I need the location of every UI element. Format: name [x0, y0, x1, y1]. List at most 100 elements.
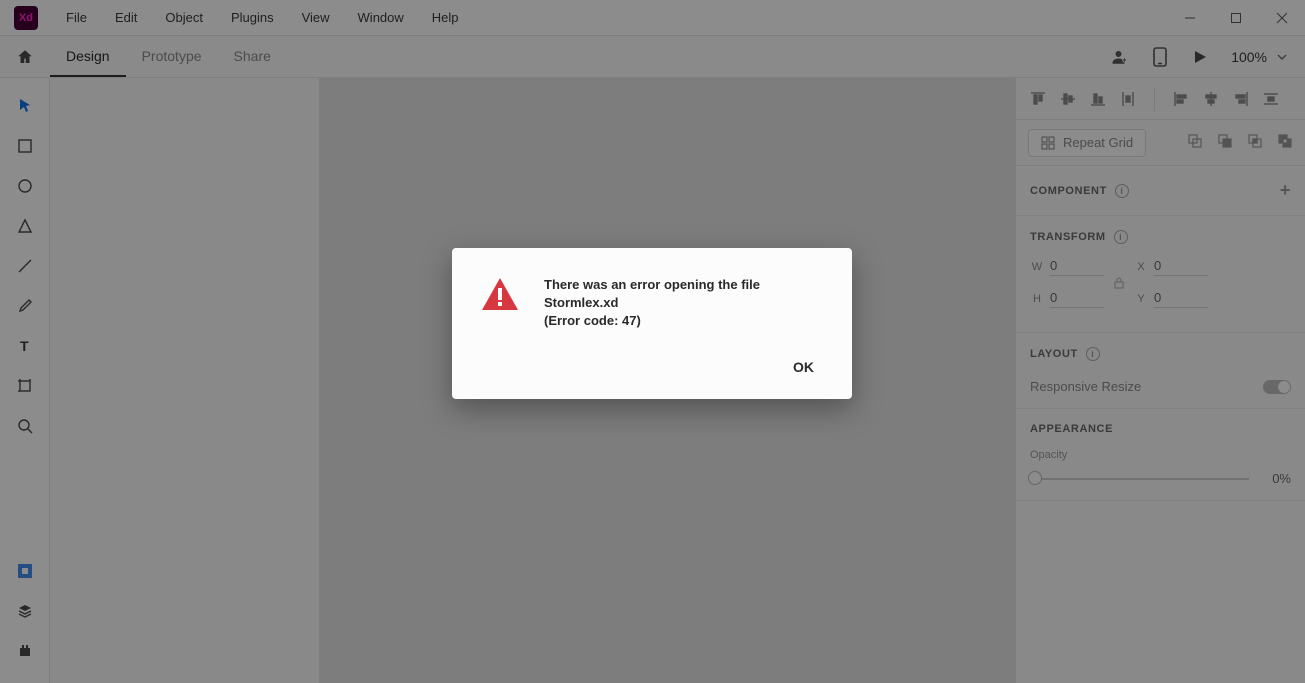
error-dialog: There was an error opening the file Stor…: [452, 248, 852, 399]
desktop-preview-icon[interactable]: [1191, 48, 1209, 66]
polygon-tool[interactable]: [9, 210, 41, 242]
x-input[interactable]: 0: [1154, 258, 1208, 276]
appearance-section: APPEARANCE Opacity 0%: [1016, 409, 1305, 501]
titlebar: Xd File Edit Object Plugins View Window …: [0, 0, 1305, 36]
component-title: COMPONENT: [1030, 185, 1107, 197]
zoom-value: 100%: [1231, 49, 1267, 65]
menu-view[interactable]: View: [288, 10, 344, 25]
tab-design[interactable]: Design: [50, 36, 126, 77]
line-icon: [17, 258, 33, 274]
align-left-icon[interactable]: [1173, 91, 1189, 107]
y-input[interactable]: 0: [1154, 290, 1208, 308]
window-maximize-button[interactable]: [1213, 0, 1259, 36]
info-icon[interactable]: i: [1115, 184, 1129, 198]
component-section: COMPONENT i +: [1016, 166, 1305, 216]
pen-icon: [17, 298, 33, 314]
lock-icon[interactable]: [1114, 277, 1124, 289]
zoom-dropdown[interactable]: 100%: [1231, 49, 1287, 65]
ok-button[interactable]: OK: [783, 353, 824, 381]
transform-section: TRANSFORM i W 0 X 0 H 0 Y 0: [1016, 216, 1305, 333]
info-icon[interactable]: i: [1114, 230, 1128, 244]
distribute-h-icon[interactable]: [1263, 91, 1279, 107]
x-label: X: [1134, 261, 1148, 273]
menu-plugins[interactable]: Plugins: [217, 10, 288, 25]
pointer-icon: [17, 98, 33, 114]
plugin-icon: [17, 643, 33, 659]
distribute-v-icon[interactable]: [1120, 91, 1136, 107]
repeat-grid-button[interactable]: Repeat Grid: [1028, 129, 1146, 157]
boolean-union-icon[interactable]: [1187, 133, 1203, 152]
rectangle-tool[interactable]: [9, 130, 41, 162]
svg-text:T: T: [20, 338, 29, 354]
tab-share[interactable]: Share: [218, 36, 287, 77]
tool-rail: T: [0, 78, 50, 683]
window-close-button[interactable]: [1259, 0, 1305, 36]
warning-icon: [480, 276, 520, 317]
text-icon: T: [17, 338, 33, 354]
artboard-icon: [17, 378, 33, 394]
boolean-intersect-icon[interactable]: [1247, 133, 1263, 152]
layers-panel-button[interactable]: [9, 595, 41, 627]
w-label: W: [1030, 261, 1044, 273]
info-icon[interactable]: i: [1086, 347, 1100, 361]
h-label: H: [1030, 293, 1044, 305]
boolean-subtract-icon[interactable]: [1217, 133, 1233, 152]
window-controls: [1167, 0, 1305, 36]
boolean-exclude-icon[interactable]: [1277, 133, 1293, 152]
zoom-icon: [17, 418, 33, 434]
menu-object[interactable]: Object: [151, 10, 217, 25]
align-hcenter-icon[interactable]: [1203, 91, 1219, 107]
assets-icon: [17, 563, 33, 579]
menu-help[interactable]: Help: [418, 10, 473, 25]
tab-prototype[interactable]: Prototype: [126, 36, 218, 77]
height-input[interactable]: 0: [1050, 290, 1104, 308]
pen-tool[interactable]: [9, 290, 41, 322]
home-button[interactable]: [0, 36, 50, 77]
app-logo: Xd: [14, 6, 38, 30]
dialog-line2: (Error code: 47): [544, 312, 824, 330]
menu-file[interactable]: File: [52, 10, 101, 25]
align-bottom-icon[interactable]: [1090, 91, 1106, 107]
chevron-down-icon: [1277, 54, 1287, 60]
line-tool[interactable]: [9, 250, 41, 282]
assets-panel-button[interactable]: [9, 555, 41, 587]
invite-icon[interactable]: [1111, 48, 1129, 66]
dialog-message: There was an error opening the file Stor…: [544, 276, 824, 331]
menu-edit[interactable]: Edit: [101, 10, 151, 25]
mode-bar: Design Prototype Share 100%: [0, 36, 1305, 78]
opacity-slider[interactable]: [1030, 478, 1249, 480]
ellipse-tool[interactable]: [9, 170, 41, 202]
repeat-grid-label: Repeat Grid: [1063, 135, 1133, 150]
maximize-icon: [1230, 12, 1242, 24]
align-right-icon[interactable]: [1233, 91, 1249, 107]
align-vmiddle-icon[interactable]: [1060, 91, 1076, 107]
rectangle-icon: [17, 138, 33, 154]
width-input[interactable]: 0: [1050, 258, 1104, 276]
responsive-resize-label: Responsive Resize: [1030, 379, 1141, 394]
select-tool[interactable]: [9, 90, 41, 122]
text-tool[interactable]: T: [9, 330, 41, 362]
add-component-button[interactable]: +: [1280, 180, 1291, 201]
window-minimize-button[interactable]: [1167, 0, 1213, 36]
align-row: [1016, 78, 1305, 120]
artboard-tool[interactable]: [9, 370, 41, 402]
appearance-title: APPEARANCE: [1030, 423, 1113, 435]
plugins-panel-button[interactable]: [9, 635, 41, 667]
opacity-value: 0%: [1259, 471, 1291, 486]
close-icon: [1276, 12, 1288, 24]
align-top-icon[interactable]: [1030, 91, 1046, 107]
y-label: Y: [1134, 293, 1148, 305]
minimize-icon: [1184, 12, 1196, 24]
opacity-label: Opacity: [1030, 449, 1291, 461]
layers-icon: [17, 603, 33, 619]
menu-window[interactable]: Window: [344, 10, 418, 25]
layout-title: LAYOUT: [1030, 348, 1078, 360]
zoom-tool[interactable]: [9, 410, 41, 442]
device-preview-icon[interactable]: [1151, 48, 1169, 66]
home-icon: [16, 48, 34, 66]
transform-title: TRANSFORM: [1030, 231, 1106, 243]
responsive-resize-toggle[interactable]: [1263, 380, 1291, 394]
triangle-icon: [17, 218, 33, 234]
properties-panel: Repeat Grid COMPONENT i + TRANSFORM i: [1015, 78, 1305, 683]
grid-icon: [1041, 136, 1055, 150]
